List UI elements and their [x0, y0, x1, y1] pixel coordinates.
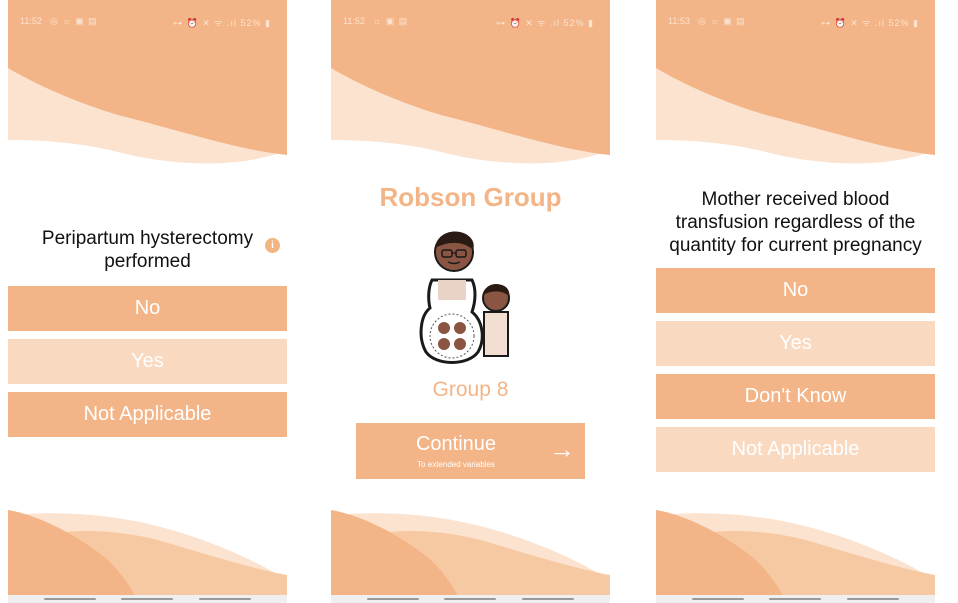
notification-icons: ◎ ☼ ▣ ▤	[50, 16, 98, 26]
nav-back-button[interactable]	[199, 598, 251, 600]
option-dont-know-button[interactable]: Don't Know	[656, 374, 935, 419]
bottom-wave-decoration	[656, 510, 935, 603]
option-no-button[interactable]: No	[656, 268, 935, 313]
phone-screen-hysterectomy: 11:52 ◎ ☼ ▣ ▤ ⊶ ⏰ ✕ ᯤ .ıl 52% ▮ Peripart…	[8, 0, 287, 603]
option-yes-button[interactable]: Yes	[8, 339, 287, 384]
system-status-icons: ⊶ ⏰ ✕ ᯤ .ıl 52% ▮	[496, 18, 594, 28]
nav-home-button[interactable]	[121, 598, 173, 600]
system-navigation-bar	[331, 595, 610, 603]
system-status-icons: ⊶ ⏰ ✕ ᯤ .ıl 52% ▮	[821, 18, 919, 28]
nav-home-button[interactable]	[769, 598, 821, 600]
option-yes-button[interactable]: Yes	[656, 321, 935, 366]
continue-button-sublabel: To extended variables	[417, 460, 495, 469]
nav-recents-button[interactable]	[692, 598, 744, 600]
status-bar: 11:52 ◎ ☼ ▣ ▤ ⊶ ⏰ ✕ ᯤ .ıl 52% ▮	[8, 14, 287, 30]
option-not-applicable-button[interactable]: Not Applicable	[656, 427, 935, 472]
nav-back-button[interactable]	[847, 598, 899, 600]
phone-screen-blood-transfusion: 11:53 ◎ ☼ ▣ ▤ ⊶ ⏰ ✕ ᯤ .ıl 52% ▮ Mother r…	[656, 0, 935, 603]
option-no-button[interactable]: No	[8, 286, 287, 331]
system-status-icons: ⊶ ⏰ ✕ ᯤ .ıl 52% ▮	[173, 18, 271, 28]
continue-button-label: Continue	[415, 433, 497, 455]
status-time: 11:52	[20, 16, 42, 26]
notification-icons: ☼ ▣ ▤	[373, 16, 409, 26]
nav-home-button[interactable]	[444, 598, 496, 600]
status-time: 11:52	[343, 16, 365, 26]
robson-group-value: Group 8	[432, 378, 509, 401]
option-not-applicable-button[interactable]: Not Applicable	[8, 392, 287, 437]
robson-group-illustration-icon	[419, 231, 510, 364]
question-text: Mother received blood transfusion regard…	[669, 189, 922, 256]
nav-recents-button[interactable]	[44, 598, 96, 600]
arrow-right-icon: →	[549, 434, 575, 464]
status-bar: 11:53 ◎ ☼ ▣ ▤ ⊶ ⏰ ✕ ᯤ .ıl 52% ▮	[656, 14, 935, 30]
continue-button[interactable]: Continue To extended variables →	[356, 423, 585, 479]
phone-screen-robson-group: 11:52 ☼ ▣ ▤ ⊶ ⏰ ✕ ᯤ .ıl 52% ▮ Robson Gro…	[331, 0, 610, 603]
notification-icons: ◎ ☼ ▣ ▤	[698, 16, 746, 26]
system-navigation-bar	[656, 595, 935, 603]
info-icon[interactable]: i	[265, 238, 280, 253]
nav-back-button[interactable]	[522, 598, 574, 600]
question-text: Peripartum hysterectomy performed	[41, 228, 254, 272]
bottom-wave-decoration	[8, 510, 287, 603]
status-time: 11:53	[668, 16, 690, 26]
nav-recents-button[interactable]	[367, 598, 419, 600]
bottom-wave-decoration	[331, 510, 610, 603]
system-navigation-bar	[8, 595, 287, 603]
robson-group-title: Robson Group	[379, 182, 562, 212]
status-bar: 11:52 ☼ ▣ ▤ ⊶ ⏰ ✕ ᯤ .ıl 52% ▮	[331, 14, 610, 30]
